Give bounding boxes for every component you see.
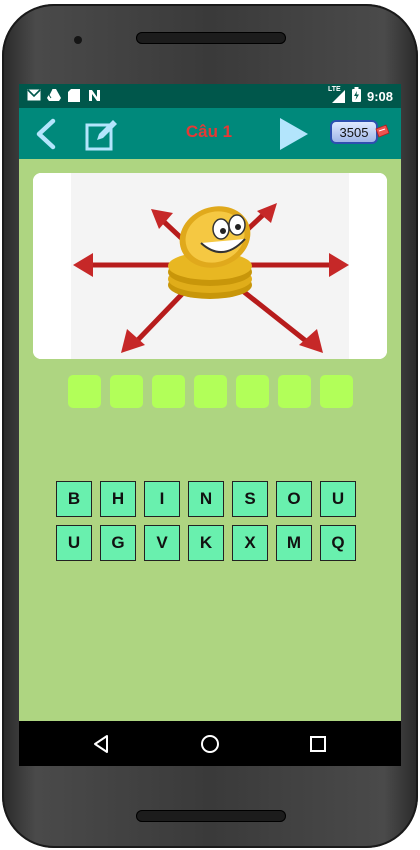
letter-key[interactable]: U xyxy=(56,525,92,561)
status-bar: LTE 9:08 xyxy=(19,84,401,108)
letter-key[interactable]: H xyxy=(100,481,136,517)
letter-keyboard: B H I N S O U U G V K X M Q xyxy=(56,481,356,569)
game-area: B H I N S O U U G V K X M Q xyxy=(19,159,401,721)
answer-slot[interactable] xyxy=(110,375,143,408)
edit-icon xyxy=(85,120,117,151)
coin-counter[interactable]: 3505 xyxy=(330,120,390,146)
keyboard-row-2: U G V K X M Q xyxy=(56,525,356,561)
question-title: Câu 1 xyxy=(185,122,233,141)
battery-icon xyxy=(351,87,361,105)
system-nav-bar xyxy=(19,721,401,766)
play-button[interactable] xyxy=(277,116,311,152)
letter-key[interactable]: K xyxy=(188,525,224,561)
gmail-icon xyxy=(27,88,41,102)
answer-slot[interactable] xyxy=(320,375,353,408)
top-speaker xyxy=(136,32,286,44)
letter-key[interactable]: U xyxy=(320,481,356,517)
ticket-icon xyxy=(375,124,390,138)
letter-key[interactable]: I xyxy=(144,481,180,517)
bottom-speaker xyxy=(136,810,286,822)
letter-key[interactable]: O xyxy=(276,481,312,517)
answer-slot[interactable] xyxy=(194,375,227,408)
drive-icon xyxy=(47,88,61,102)
letter-key[interactable]: V xyxy=(144,525,180,561)
play-icon xyxy=(280,118,308,150)
screen: LTE 9:08 Câu 1 3505 B H I N S O U U G V … xyxy=(19,84,401,766)
phone-device: LTE 9:08 Câu 1 3505 B H I N S O U U G V … xyxy=(0,0,420,850)
letter-key[interactable]: G xyxy=(100,525,136,561)
answer-slot[interactable] xyxy=(152,375,185,408)
clock: 9:08 xyxy=(366,88,393,104)
answer-slots xyxy=(68,375,353,408)
letter-key[interactable]: N xyxy=(188,481,224,517)
answer-slot[interactable] xyxy=(68,375,101,408)
sd-card-icon xyxy=(67,88,81,102)
letter-key[interactable]: X xyxy=(232,525,268,561)
coin-count: 3505 xyxy=(330,120,378,144)
letter-key[interactable]: M xyxy=(276,525,312,561)
puzzle-image xyxy=(33,173,387,359)
edit-button[interactable] xyxy=(85,118,119,152)
answer-slot[interactable] xyxy=(236,375,269,408)
letter-key[interactable]: Q xyxy=(320,525,356,561)
nav-home-icon[interactable] xyxy=(199,733,221,755)
nav-recents-icon[interactable] xyxy=(307,733,329,755)
letter-key[interactable]: S xyxy=(232,481,268,517)
coin-stack-arrows-illustration xyxy=(33,173,387,359)
front-camera xyxy=(74,36,82,44)
lte-signal-icon: LTE xyxy=(328,86,346,104)
nav-back-icon[interactable] xyxy=(91,733,113,755)
app-toolbar: Câu 1 3505 xyxy=(19,108,401,159)
answer-slot[interactable] xyxy=(278,375,311,408)
letter-key[interactable]: B xyxy=(56,481,92,517)
keyboard-row-1: B H I N S O U xyxy=(56,481,356,517)
back-button[interactable] xyxy=(31,118,61,150)
n-app-icon xyxy=(87,88,101,102)
back-icon xyxy=(36,118,56,150)
